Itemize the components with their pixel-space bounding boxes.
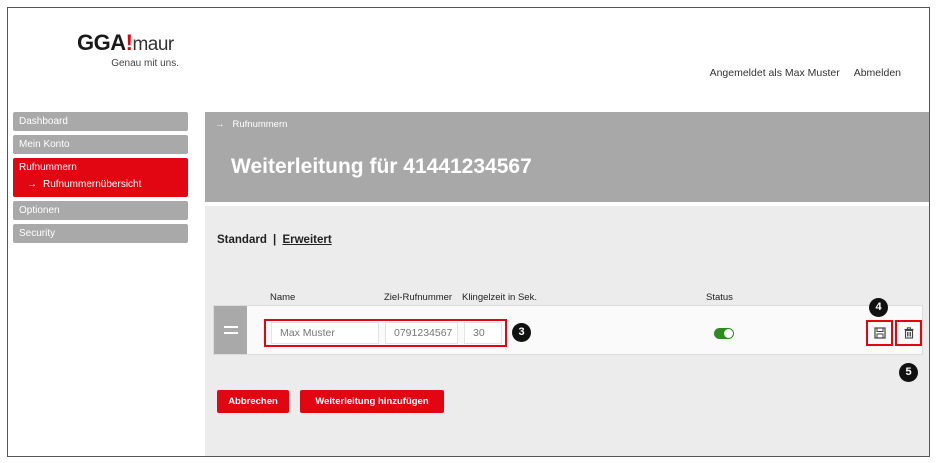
sidebar-item-rufnummern[interactable]: Rufnummern → Rufnummernübersicht [13,158,188,197]
trash-icon [904,327,913,339]
breadcrumb-link[interactable]: Rufnummern [233,119,288,130]
sidebar: Dashboard Mein Konto Rufnummern → Rufnumm… [13,112,188,247]
tab-separator: | [273,234,277,246]
column-header-ring-time: Klingelzeit in Sek. [462,292,537,303]
logo-subtext: maur [132,34,174,55]
floppy-disk-icon [873,327,886,339]
logout-link[interactable]: Abmelden [854,67,901,79]
column-header-status: Status [706,292,733,303]
sidebar-item-label: Rufnummern [19,162,77,173]
sidebar-item-label: Dashboard [19,116,68,127]
forwarding-panel: Standard | Erweitert Name Ziel-Rufnummer… [205,206,929,456]
drag-handle-icon[interactable] [214,306,247,354]
annotation-badge-4: 4 [869,298,888,317]
app-window: GGA!maur Genau mit uns. Angemeldet als M… [7,7,930,457]
arrow-right-icon: → [215,119,225,130]
arrow-right-icon: → [27,179,37,190]
page-header: → Rufnummern Weiterleitung für 4144123456… [205,112,929,202]
cancel-button[interactable]: Abbrechen [217,390,289,413]
annotation-badge-3: 3 [512,323,531,342]
logo[interactable]: GGA!maur Genau mit uns. [77,30,187,70]
name-field[interactable]: Max Muster [271,322,379,344]
logo-tagline: Genau mit uns. [111,58,179,69]
save-button[interactable] [866,320,893,346]
sidebar-subitem-label: Rufnummernübersicht [43,179,142,190]
tab-erweitert[interactable]: Erweitert [282,234,331,246]
page-title: Weiterleitung für 41441234567 [231,155,532,178]
status-toggle[interactable] [714,328,734,339]
sidebar-item-label: Mein Konto [19,139,70,150]
tab-standard[interactable]: Standard [217,234,267,246]
sidebar-item-optionen[interactable]: Optionen [13,201,188,220]
add-forwarding-button[interactable]: Weiterleitung hinzufügen [300,390,444,413]
logo-text: GGA [77,30,126,55]
sidebar-item-label: Optionen [19,205,60,216]
target-number-field[interactable]: 0791234567 [385,322,458,344]
sidebar-item-label: Security [19,228,56,239]
sidebar-item-dashboard[interactable]: Dashboard [13,112,188,131]
column-header-name: Name [270,292,296,303]
forwarding-row: Max Muster 0791234567 30 3 [213,305,923,355]
annotation-badge-5: 5 [899,363,918,382]
sidebar-item-security[interactable]: Security [13,224,188,243]
column-header-target: Ziel-Rufnummer [384,292,453,303]
breadcrumb: → Rufnummern [215,119,287,130]
tab-bar: Standard | Erweitert [217,234,332,246]
sidebar-item-mein-konto[interactable]: Mein Konto [13,135,188,154]
ring-time-field[interactable]: 30 [464,322,502,344]
user-area: Angemeldet als Max Muster Abmelden [710,67,901,79]
delete-button[interactable] [895,320,922,346]
logged-in-text: Angemeldet als Max Muster [709,67,840,79]
sidebar-subitem-rufnummernuebersicht[interactable]: → Rufnummernübersicht [19,177,188,193]
